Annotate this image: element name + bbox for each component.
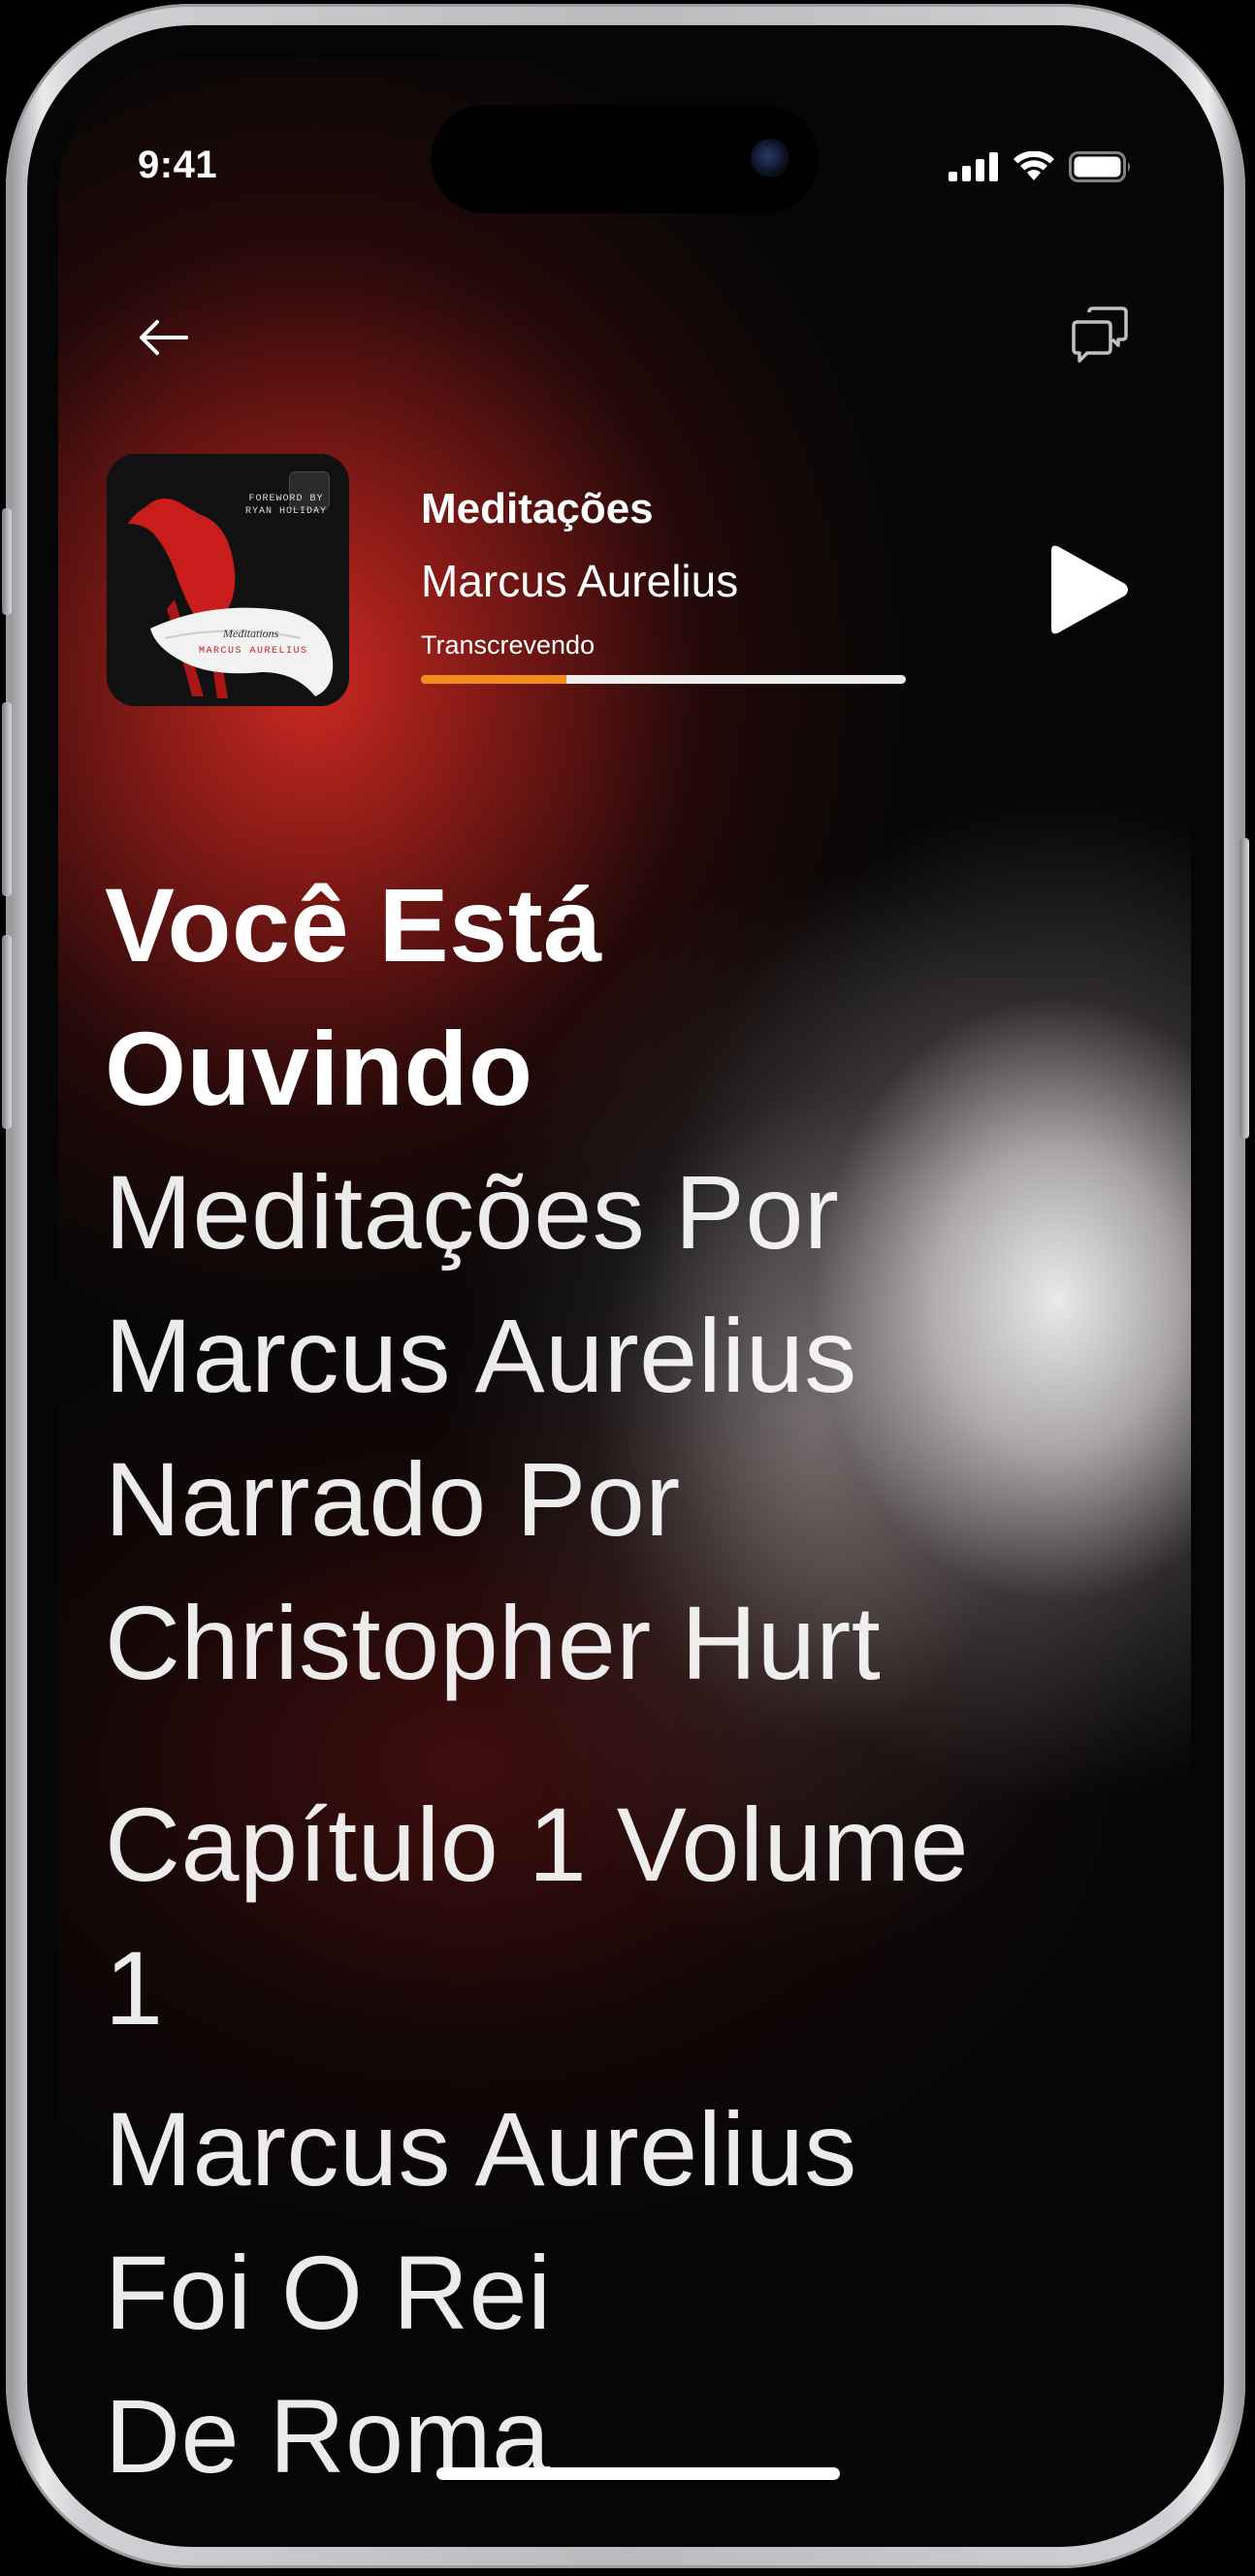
cover-title-text: Meditations: [223, 627, 279, 640]
book-cover: FOREWORD BY RYAN HOLIDAY Meditations MAR…: [107, 454, 349, 706]
dynamic-island: [431, 105, 819, 213]
chat-bubbles-icon: [1072, 306, 1128, 363]
home-indicator[interactable]: [436, 2467, 840, 2480]
arrow-left-icon: [140, 320, 188, 355]
transcript-line: Capítulo 1 Volume: [105, 1786, 970, 1903]
transcript: Você Está Ouvindo Meditações Por Marcus …: [105, 853, 1152, 2508]
transcript-line: Marcus Aurelius: [105, 2090, 857, 2207]
cover-author-text: MARCUS AURELIUS: [199, 646, 308, 657]
cover-foreword-text: FOREWORD BY RYAN HOLIDAY: [244, 494, 327, 517]
transcript-line: Foi O Rei: [105, 2234, 552, 2351]
now-playing-card[interactable]: FOREWORD BY RYAN HOLIDAY Meditations MAR…: [107, 454, 1142, 706]
track-author: Marcus Aurelius: [421, 556, 739, 606]
action-button: [2, 508, 12, 615]
power-button: [1239, 838, 1249, 1139]
play-icon: [1051, 545, 1128, 634]
transcript-line: Narrado Por: [105, 1440, 681, 1558]
battery-icon: [1069, 151, 1130, 182]
transcript-line: Meditações Por: [105, 1153, 840, 1271]
transcript-line: Você Está: [105, 866, 602, 983]
chat-button[interactable]: [1065, 301, 1135, 370]
transcript-line: Marcus Aurelius: [105, 1297, 857, 1414]
volume-down-button: [2, 935, 12, 1129]
play-button[interactable]: [1038, 541, 1135, 638]
transcript-line: 1: [105, 1929, 164, 2046]
track-title: Meditações: [421, 485, 654, 532]
transcript-line: Christopher Hurt: [105, 1584, 882, 1701]
wifi-icon: [1014, 151, 1054, 180]
status-icons: [949, 151, 1133, 182]
cellular-signal-icon: [949, 152, 998, 181]
camera-icon: [751, 139, 789, 177]
transcription-status: Transcrevendo: [421, 630, 595, 660]
transcription-progress-fill: [421, 675, 566, 684]
back-button[interactable]: [128, 303, 198, 372]
volume-up-button: [2, 702, 12, 896]
transcript-line: Ouvindo: [105, 1010, 533, 1127]
app-screen: 9:41 FOREWORD BY RYAN HOLIDAY Meditation…: [58, 58, 1191, 2516]
status-time: 9:41: [138, 144, 218, 186]
transcription-progress-bar: [421, 675, 906, 684]
transcript-line: De Roma: [105, 2377, 551, 2495]
